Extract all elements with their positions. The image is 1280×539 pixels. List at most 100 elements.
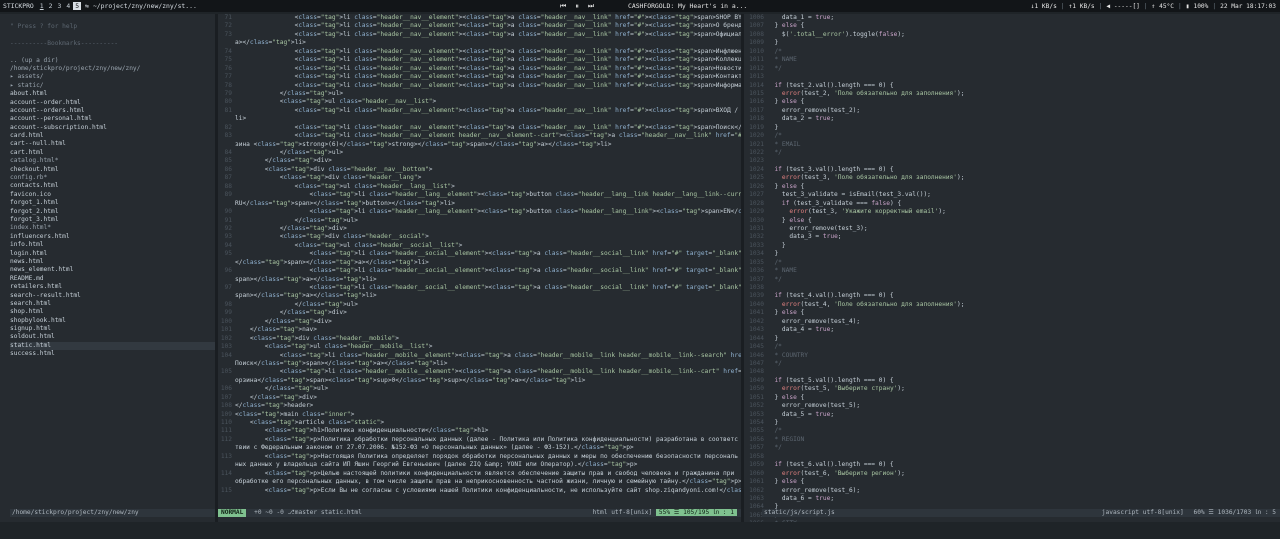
code-line[interactable]: 113 <class="tag">p>Настоящая Политика оп… bbox=[218, 453, 741, 461]
code-line[interactable]: 103 <class="tag">ul class="header__mobil… bbox=[218, 343, 741, 351]
tree-folder[interactable]: ▸ static/ bbox=[10, 82, 215, 90]
code-line[interactable]: 77 <class="tag">li class="header__nav__e… bbox=[218, 73, 741, 81]
code-line[interactable]: 1023 bbox=[744, 157, 1280, 165]
code-line[interactable]: 1026 } else { bbox=[744, 183, 1280, 191]
tree-file[interactable]: about.html bbox=[10, 90, 215, 98]
workspace-2[interactable]: 2 bbox=[47, 2, 55, 10]
code-line[interactable]: 1021 * EMAIL bbox=[744, 141, 1280, 149]
tree-file[interactable]: checkout.html bbox=[10, 166, 215, 174]
code-line[interactable]: 1012 */ bbox=[744, 65, 1280, 73]
code-line[interactable]: 75 <class="tag">li class="header__nav__e… bbox=[218, 56, 741, 64]
code-line[interactable]: 105 <class="tag">li class="header__mobil… bbox=[218, 368, 741, 376]
code-line[interactable]: 78 <class="tag">li class="header__nav__e… bbox=[218, 82, 741, 90]
code-line[interactable]: 1014 if (test_2.val().length === 0) { bbox=[744, 82, 1280, 90]
code-line[interactable]: 86 <class="tag">div class="header__nav__… bbox=[218, 166, 741, 174]
code-line[interactable]: 1033 } bbox=[744, 242, 1280, 250]
code-line[interactable]: 95 <class="tag">li class="header__social… bbox=[218, 250, 741, 258]
code-line[interactable]: 1007 } else { bbox=[744, 22, 1280, 30]
code-line[interactable]: 90 <class="tag">li class="header__lang__… bbox=[218, 208, 741, 216]
code-line[interactable]: орзина</class="tag">span><class="tag">su… bbox=[218, 377, 741, 385]
tree-file[interactable]: shopbylook.html bbox=[10, 317, 215, 325]
code-line[interactable]: 1045 /* bbox=[744, 343, 1280, 351]
code-line[interactable]: 1013 bbox=[744, 73, 1280, 81]
code-line[interactable]: 83 <class="tag">li class="header__nav__e… bbox=[218, 132, 741, 140]
code-line[interactable]: RU</class="tag">span></class="tag">butto… bbox=[218, 200, 741, 208]
code-line[interactable]: 1015 error(test_2, 'Поле обязательно для… bbox=[744, 90, 1280, 98]
code-line[interactable]: 1027 test_3_validate = isEmail(test_3.va… bbox=[744, 191, 1280, 199]
code-line[interactable]: ных данных у владельца сайта ИП Яшин Гео… bbox=[218, 461, 741, 469]
code-line[interactable]: 1018 data_2 = true; bbox=[744, 115, 1280, 123]
code-line[interactable]: 1056 * REGION bbox=[744, 436, 1280, 444]
code-line[interactable]: li> bbox=[218, 115, 741, 123]
tree-file[interactable]: soldout.html bbox=[10, 333, 215, 341]
code-line[interactable]: 1062 error_remove(test_6); bbox=[744, 487, 1280, 495]
code-line[interactable]: 98 </class="tag">ul> bbox=[218, 301, 741, 309]
tree-file[interactable]: search--result.html bbox=[10, 292, 215, 300]
tree-file[interactable]: retailers.html bbox=[10, 283, 215, 291]
tree-file[interactable]: account--orders.html bbox=[10, 107, 215, 115]
tree-file[interactable]: forgot_3.html bbox=[10, 216, 215, 224]
command-line[interactable] bbox=[0, 522, 1280, 539]
code-line[interactable]: 1025 error(test_3, 'Поле обязательно для… bbox=[744, 174, 1280, 182]
tree-file[interactable]: favicon.ico bbox=[10, 191, 215, 199]
code-line[interactable]: 1029 error(test_3, 'Укажите корректный e… bbox=[744, 208, 1280, 216]
code-line[interactable]: 1050 error(test_5, 'Выберите страну'); bbox=[744, 385, 1280, 393]
code-line[interactable]: 1016 } else { bbox=[744, 98, 1280, 106]
code-line[interactable]: 1032 data_3 = true; bbox=[744, 233, 1280, 241]
code-line[interactable]: a></class="tag">li> bbox=[218, 39, 741, 47]
code-line[interactable]: 112 <class="tag">p>Политика обработки пе… bbox=[218, 436, 741, 444]
code-line[interactable]: 102 <class="tag">div class="header__mobi… bbox=[218, 335, 741, 343]
code-line[interactable]: 1008 $('.total__error').toggle(false); bbox=[744, 31, 1280, 39]
tree-file[interactable]: catalog.html* bbox=[10, 157, 215, 165]
code-line[interactable]: 1036 * NAME bbox=[744, 267, 1280, 275]
code-line[interactable]: 1019 } bbox=[744, 124, 1280, 132]
code-line[interactable]: 1058 bbox=[744, 453, 1280, 461]
tree-file[interactable]: index.html* bbox=[10, 224, 215, 232]
code-line[interactable]: 1040 error(test_4, 'Поле обязательно для… bbox=[744, 301, 1280, 309]
code-line[interactable]: 1039 if (test_4.val().length === 0) { bbox=[744, 292, 1280, 300]
tree-file[interactable]: account--personal.html bbox=[10, 115, 215, 123]
code-line[interactable]: 1037 */ bbox=[744, 276, 1280, 284]
code-line[interactable]: 1030 } else { bbox=[744, 217, 1280, 225]
code-line[interactable]: 80 <class="tag">ul class="header__nav__l… bbox=[218, 98, 741, 106]
code-line[interactable]: 108 </class="tag">header> bbox=[218, 402, 741, 410]
tree-file[interactable]: success.html bbox=[10, 350, 215, 358]
code-line[interactable]: 99 </class="tag">div> bbox=[218, 309, 741, 317]
code-line[interactable]: 1055 /* bbox=[744, 427, 1280, 435]
tree-file[interactable]: account--subscription.html bbox=[10, 124, 215, 132]
code-line[interactable]: 72 <class="tag">li class="header__nav__e… bbox=[218, 22, 741, 30]
next-icon[interactable]: ⏭ bbox=[588, 2, 594, 11]
code-line[interactable]: 1061 } else { bbox=[744, 478, 1280, 486]
code-line[interactable]: 93 <class="tag">div class="header__socia… bbox=[218, 233, 741, 241]
code-line[interactable]: обработке его персональных данных, в том… bbox=[218, 478, 741, 486]
tree-cwd[interactable]: /home/stickpro/project/zny/new/zny/ bbox=[10, 65, 215, 73]
tree-file[interactable]: forgot_1.html bbox=[10, 199, 215, 207]
tree-file[interactable]: news_element.html bbox=[10, 266, 215, 274]
workspace-5[interactable]: 5 bbox=[73, 2, 82, 10]
code-line[interactable]: 1031 error_remove(test_3); bbox=[744, 225, 1280, 233]
code-line[interactable]: 1028 if (test_3_validate === false) { bbox=[744, 200, 1280, 208]
tree-file[interactable]: forgot_2.html bbox=[10, 208, 215, 216]
tree-file[interactable]: search.html bbox=[10, 300, 215, 308]
tree-file[interactable]: shop.html bbox=[10, 308, 215, 316]
code-line[interactable]: 1017 error_remove(test_2); bbox=[744, 107, 1280, 115]
code-line[interactable]: 1024 if (test_3.val().length === 0) { bbox=[744, 166, 1280, 174]
code-line[interactable]: 110 <class="tag">article class="static"> bbox=[218, 419, 741, 427]
tree-folder[interactable]: ▸ assets/ bbox=[10, 73, 215, 81]
tree-file[interactable]: account--order.html bbox=[10, 99, 215, 107]
tree-file[interactable]: static.html bbox=[10, 341, 215, 351]
code-line[interactable]: 1053 data_5 = true; bbox=[744, 411, 1280, 419]
code-line[interactable]: 1041 } else { bbox=[744, 309, 1280, 317]
code-line[interactable]: 79 </class="tag">ul> bbox=[218, 90, 741, 98]
workspace-4[interactable]: 4 bbox=[64, 2, 72, 10]
code-line[interactable]: 1022 */ bbox=[744, 149, 1280, 157]
code-line[interactable]: 1049 if (test_5.val().length === 0) { bbox=[744, 377, 1280, 385]
code-line[interactable]: 81 <class="tag">li class="header__nav__e… bbox=[218, 107, 741, 115]
code-line[interactable]: 1048 bbox=[744, 368, 1280, 376]
code-line[interactable]: 1038 bbox=[744, 284, 1280, 292]
code-line[interactable]: 76 <class="tag">li class="header__nav__e… bbox=[218, 65, 741, 73]
code-line[interactable]: 104 <class="tag">li class="header__mobil… bbox=[218, 352, 741, 360]
code-line[interactable]: 1057 */ bbox=[744, 444, 1280, 452]
code-line[interactable]: 115 <class="tag">p>Если Вы не согласны с… bbox=[218, 487, 741, 495]
code-line[interactable]: 71 <class="tag">li class="header__nav__e… bbox=[218, 14, 741, 22]
